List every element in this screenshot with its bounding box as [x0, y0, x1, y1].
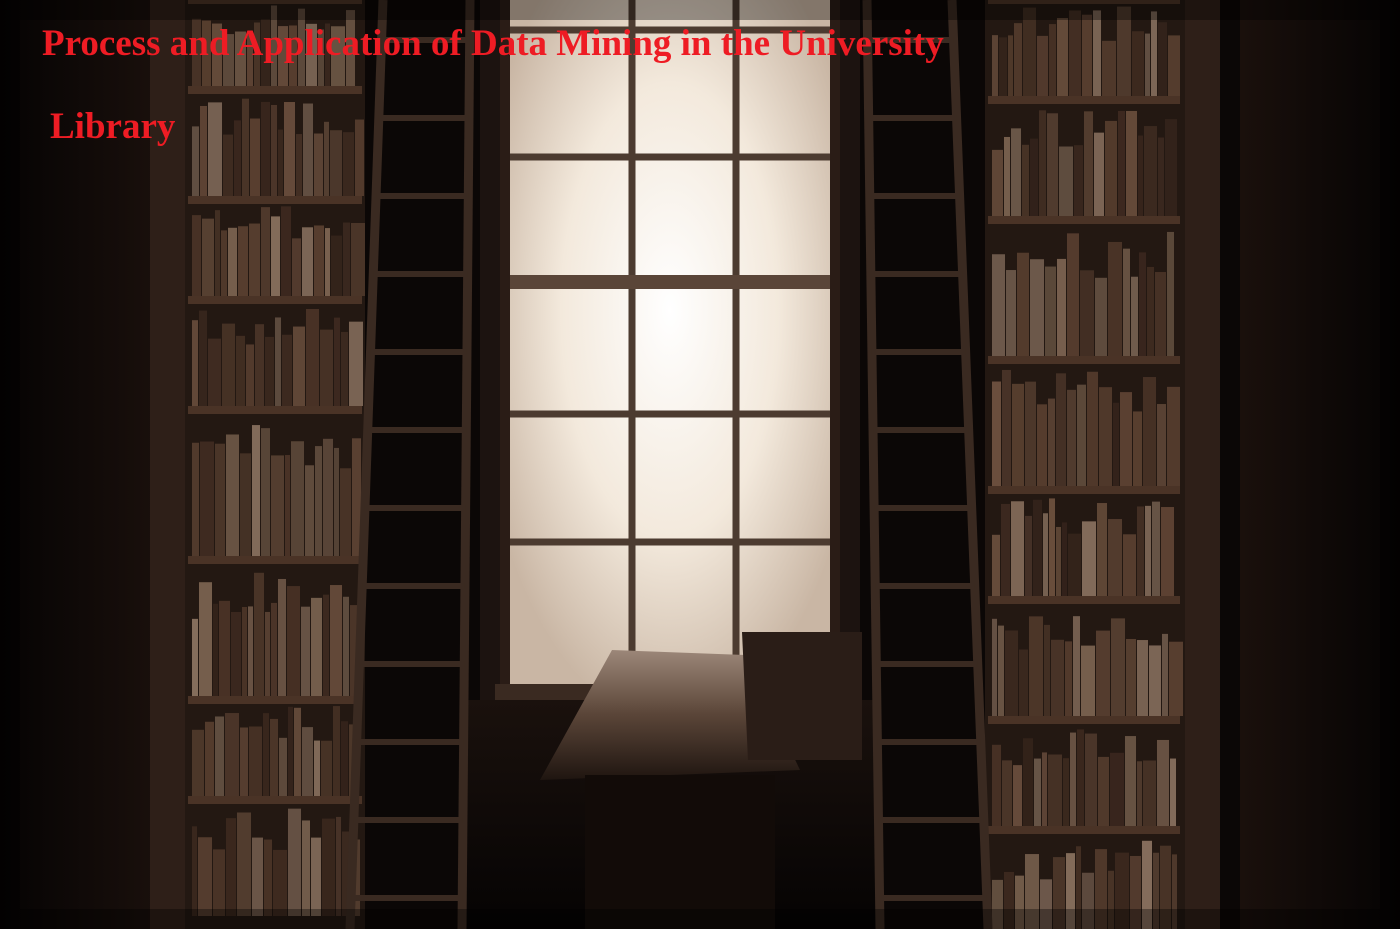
title-line-1: Process and Application of Data Mining i… [42, 23, 944, 64]
right-bookcase [985, 0, 1400, 929]
library-photo [0, 0, 1400, 929]
title-line-2: Library [50, 106, 176, 147]
window [495, 0, 845, 700]
